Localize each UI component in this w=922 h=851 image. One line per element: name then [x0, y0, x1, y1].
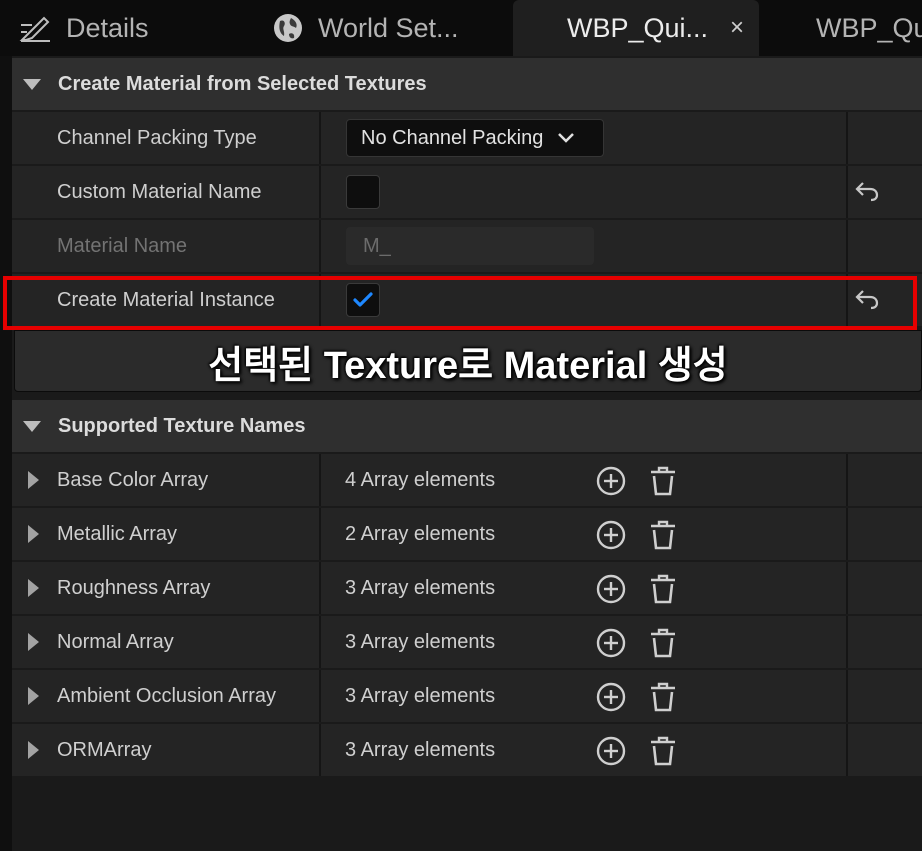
add-element-icon[interactable]: [595, 627, 627, 664]
section-title: Supported Texture Names: [58, 414, 306, 437]
array-row-roughness: Roughness Array 3 Array elements: [12, 562, 922, 614]
add-element-icon[interactable]: [595, 573, 627, 610]
column-divider: [319, 454, 321, 506]
property-row-custom-material-name: Custom Material Name: [12, 166, 922, 218]
column-divider: [846, 220, 848, 272]
material-name-field[interactable]: M_: [346, 227, 594, 265]
column-divider: [319, 112, 321, 164]
add-element-icon[interactable]: [595, 519, 627, 556]
property-row-material-name: Material Name M_: [12, 220, 922, 272]
trash-icon[interactable]: [648, 627, 678, 664]
property-label: Roughness Array: [57, 576, 211, 599]
globe-icon: [272, 12, 304, 44]
add-element-icon[interactable]: [595, 681, 627, 718]
tab-details-label: Details: [66, 12, 149, 43]
array-count: 3 Array elements: [345, 576, 496, 599]
tab-wbp-quick[interactable]: WBP_Qui... ×: [513, 0, 759, 56]
expand-triangle-icon[interactable]: [28, 579, 39, 597]
section-supported-texture-names[interactable]: Supported Texture Names: [12, 400, 922, 452]
section-create-material[interactable]: Create Material from Selected Textures: [12, 58, 922, 110]
expand-triangle-icon[interactable]: [28, 471, 39, 489]
property-label: Material Name: [57, 234, 188, 257]
panel-left-edge: [0, 56, 12, 851]
trash-icon[interactable]: [648, 519, 678, 556]
column-divider: [319, 508, 321, 560]
array-count: 4 Array elements: [345, 468, 496, 491]
caption-text: 선택된 Texture로 Material 생성: [208, 344, 728, 387]
highlight-box: [3, 276, 917, 330]
property-label: Base Color Array: [57, 468, 209, 491]
column-divider: [846, 724, 848, 776]
array-row-metallic: Metallic Array 2 Array elements: [12, 508, 922, 560]
trash-icon[interactable]: [648, 573, 678, 610]
property-label: ORMArray: [57, 738, 152, 761]
column-divider: [319, 220, 321, 272]
column-divider: [846, 454, 848, 506]
tab-wbp-quick-label: WBP_Qui...: [567, 12, 709, 43]
chevron-down-icon: [557, 132, 575, 144]
pencil-icon: [18, 13, 52, 43]
column-divider: [319, 562, 321, 614]
array-row-normal: Normal Array 3 Array elements: [12, 616, 922, 668]
section-title: Create Material from Selected Textures: [58, 72, 427, 95]
array-row-base-color: Base Color Array 4 Array elements: [12, 454, 922, 506]
close-icon[interactable]: ×: [730, 14, 744, 42]
array-row-orm: ORMArray 3 Array elements: [12, 724, 922, 776]
column-divider: [319, 670, 321, 722]
column-divider: [319, 724, 321, 776]
trash-icon[interactable]: [648, 735, 678, 772]
expand-triangle-icon[interactable]: [28, 741, 39, 759]
dropdown-value: No Channel Packing: [361, 126, 544, 149]
array-count: 3 Array elements: [345, 630, 496, 653]
add-element-icon[interactable]: [595, 465, 627, 502]
material-name-placeholder: M_: [363, 234, 391, 257]
property-label: Normal Array: [57, 630, 174, 653]
reset-to-default-icon[interactable]: [854, 179, 880, 208]
custom-material-name-checkbox[interactable]: [346, 175, 380, 209]
property-label: Ambient Occlusion Array: [57, 684, 276, 707]
collapse-triangle-icon[interactable]: [23, 420, 41, 432]
collapse-triangle-icon[interactable]: [23, 78, 41, 90]
expand-triangle-icon[interactable]: [28, 687, 39, 705]
trash-icon[interactable]: [648, 465, 678, 502]
column-divider: [846, 166, 848, 218]
column-divider: [846, 508, 848, 560]
tab-wbp-quick-2[interactable]: WBP_Qu: [816, 0, 922, 56]
array-row-ambient-occlusion: Ambient Occlusion Array 3 Array elements: [12, 670, 922, 722]
expand-triangle-icon[interactable]: [28, 633, 39, 651]
channel-packing-dropdown[interactable]: No Channel Packing: [346, 119, 604, 157]
array-count: 2 Array elements: [345, 522, 496, 545]
property-label: Channel Packing Type: [57, 126, 257, 149]
add-element-icon[interactable]: [595, 735, 627, 772]
property-label: Custom Material Name: [57, 180, 262, 203]
tab-bar: Details World Set... WBP_Qui... × WBP_Qu: [0, 0, 922, 56]
column-divider: [319, 166, 321, 218]
expand-triangle-icon[interactable]: [28, 525, 39, 543]
tab-world-settings-label: World Set...: [318, 12, 459, 43]
tab-wbp-quick-2-label: WBP_Qu: [816, 12, 922, 43]
tab-details[interactable]: Details: [18, 0, 149, 56]
trash-icon[interactable]: [648, 681, 678, 718]
column-divider: [319, 616, 321, 668]
property-row-channel-packing: Channel Packing Type No Channel Packing: [12, 112, 922, 164]
tab-world-settings[interactable]: World Set...: [272, 0, 459, 56]
array-count: 3 Array elements: [345, 738, 496, 761]
array-count: 3 Array elements: [345, 684, 496, 707]
column-divider: [846, 616, 848, 668]
column-divider: [846, 562, 848, 614]
property-label: Metallic Array: [57, 522, 178, 545]
column-divider: [846, 112, 848, 164]
create-material-button[interactable]: 선택된 Texture로 Material 생성: [14, 330, 922, 392]
column-divider: [846, 670, 848, 722]
